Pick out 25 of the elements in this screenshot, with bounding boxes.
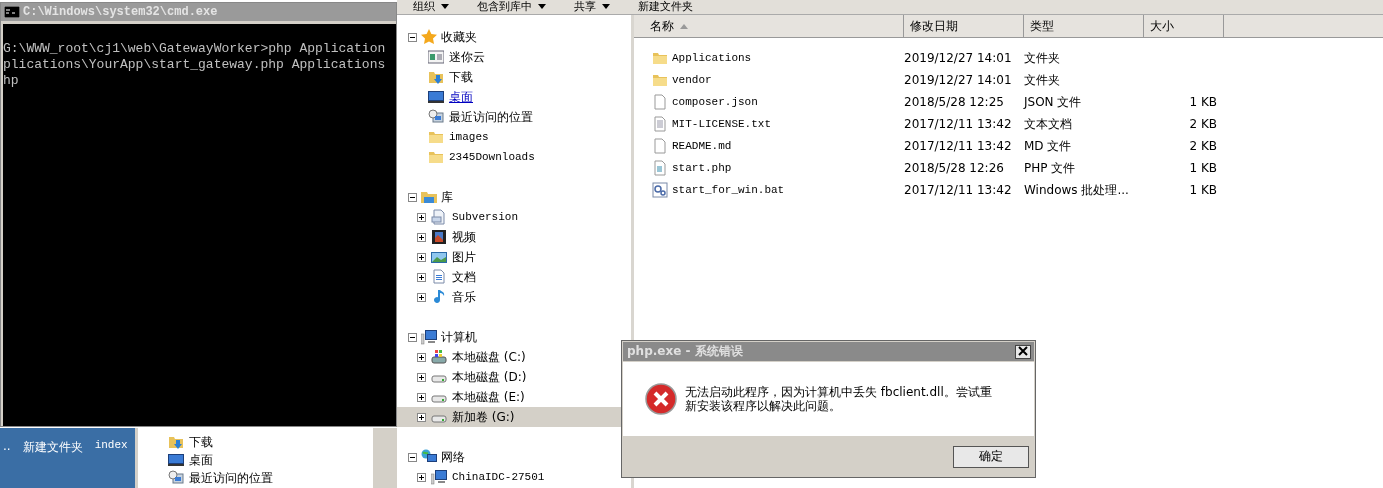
date-cell-text: 2018/5/28 12:26 xyxy=(904,161,1005,175)
date-cell-text: 2019/12/27 14:01 xyxy=(904,51,1013,65)
type-cell-text: Windows 批处理... xyxy=(1024,181,1130,199)
size-cell-text: 1 KB xyxy=(1188,183,1217,197)
type-cell-text: PHP 文件 xyxy=(1024,159,1077,177)
size-cell-text: 1 KB xyxy=(1188,95,1217,109)
type-cell-text: 文本文档 xyxy=(1024,115,1073,133)
console-line: hp xyxy=(3,73,20,89)
date-cell-text: 2019/12/27 14:01 xyxy=(904,73,1013,87)
console-line: plications\YourApp\start_gateway.php Applications xyxy=(3,57,387,73)
date-cell-text: 2018/5/28 12:25 xyxy=(904,95,1005,109)
type-cell-text: 文件夹 xyxy=(1024,71,1061,89)
size-cell-text: 2 KB xyxy=(1188,117,1217,131)
type-cell-text: MD 文件 xyxy=(1024,137,1073,155)
error-message: 无法启动此程序，因为计算机中丢失 fbclient.dll。尝试重新安装该程序以解决此问题。 xyxy=(685,385,993,413)
size-cell-text: 1 KB xyxy=(1188,161,1217,175)
size-cell-text: 2 KB xyxy=(1188,139,1217,153)
window-title: C:\Windows\system32\cmd.exe xyxy=(23,5,218,19)
date-cell-text: 2017/12/11 13:42 xyxy=(904,139,1013,153)
date-cell-text: 2017/12/11 13:42 xyxy=(904,117,1013,131)
type-cell-text: JSON 文件 xyxy=(1024,93,1083,111)
date-cell-text: 2017/12/11 13:42 xyxy=(904,183,1013,197)
type-cell-text: 文件夹 xyxy=(1024,49,1061,67)
dialog-title: php.exe - 系统错误 xyxy=(627,343,743,360)
console-line: G:\WWW_root\cj1\web\GatewayWorker>php Application xyxy=(3,41,387,57)
